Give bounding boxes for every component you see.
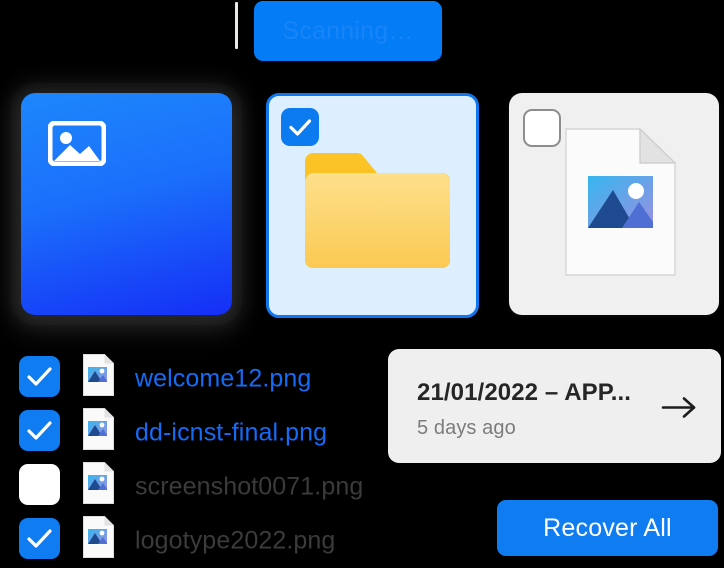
date-card-title: 21/01/2022 – APP... <box>417 379 632 406</box>
image-file-icon <box>83 516 114 558</box>
check-icon <box>27 367 52 386</box>
date-card[interactable]: 21/01/2022 – APP... 5 days ago <box>388 349 721 463</box>
image-file-icon <box>83 408 114 450</box>
text-cursor <box>235 2 238 49</box>
file-name[interactable]: dd-icnst-final.png <box>135 419 327 448</box>
check-icon <box>289 119 312 136</box>
card-document[interactable] <box>509 93 719 315</box>
top-action-button[interactable]: Scanning… <box>254 1 442 61</box>
arrow-right-icon[interactable] <box>661 395 699 420</box>
file-checkbox[interactable] <box>19 518 60 559</box>
folder-icon <box>305 153 450 268</box>
card-pictures[interactable]: Pictures 1,927 files <box>21 93 232 315</box>
card-folder[interactable] <box>266 93 479 318</box>
list-item[interactable]: dd-icnst-final.png <box>0 406 392 460</box>
file-name[interactable]: screenshot0071.png <box>135 473 363 502</box>
list-item[interactable]: logotype2022.png <box>0 514 392 568</box>
check-icon <box>27 529 52 548</box>
file-checkbox[interactable] <box>19 464 60 505</box>
file-name[interactable]: welcome12.png <box>135 365 311 394</box>
date-card-subtitle: 5 days ago <box>417 417 516 439</box>
recover-all-button[interactable]: Recover All <box>497 500 718 556</box>
image-file-icon <box>83 462 114 504</box>
check-icon <box>27 421 52 440</box>
recover-all-label: Recover All <box>543 513 672 542</box>
card-document-checkbox[interactable] <box>523 109 561 147</box>
file-name[interactable]: logotype2022.png <box>135 527 335 556</box>
top-action-button-label: Scanning… <box>282 16 414 45</box>
file-list: welcome12.png dd-icnst-final.png screens… <box>0 352 392 568</box>
file-checkbox[interactable] <box>19 356 60 397</box>
app-canvas: Scanning… Pictures 1,927 files <box>0 0 724 568</box>
file-checkbox[interactable] <box>19 410 60 451</box>
card-folder-checkbox[interactable] <box>281 108 319 146</box>
image-file-icon <box>83 354 114 396</box>
list-item[interactable]: welcome12.png <box>0 352 392 406</box>
image-icon <box>47 120 107 167</box>
image-file-icon <box>565 127 677 276</box>
list-item[interactable]: screenshot0071.png <box>0 460 392 514</box>
